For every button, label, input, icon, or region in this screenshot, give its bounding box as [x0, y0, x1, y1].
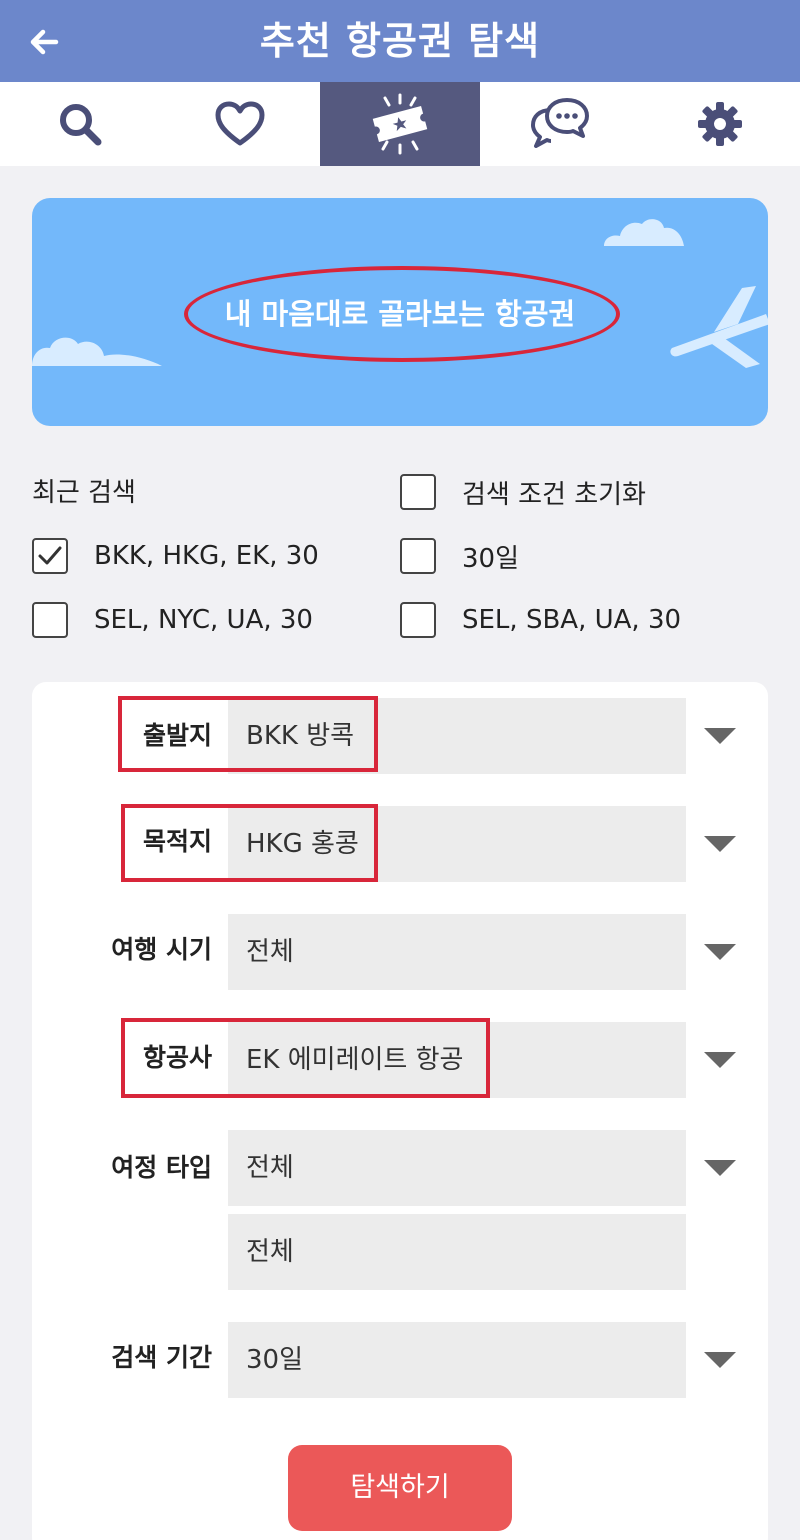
- tab-search[interactable]: [0, 82, 160, 166]
- app-header: 추천 항공권 탐색: [0, 0, 800, 82]
- trip-type-secondary-select[interactable]: 전체: [228, 1214, 686, 1290]
- departure-label: 출발지: [142, 721, 212, 750]
- search-period-select[interactable]: 30일: [228, 1322, 686, 1398]
- ticket-icon: [372, 93, 428, 155]
- reset-label: 검색 조건 초기화: [462, 479, 646, 510]
- search-button[interactable]: 탐색하기: [288, 1445, 512, 1531]
- travel-time-label: 여행 시기: [111, 935, 212, 964]
- tab-recommend[interactable]: [320, 82, 480, 166]
- recent-item[interactable]: SEL, NYC, UA, 30: [32, 600, 313, 640]
- recent-item[interactable]: BKK, HKG, EK, 30: [32, 536, 319, 576]
- recent-item-label: BKK, HKG, EK, 30: [94, 541, 319, 571]
- chat-icon: [531, 98, 589, 148]
- tab-favorites[interactable]: [160, 82, 320, 166]
- recent-item-checkbox[interactable]: [400, 538, 436, 574]
- dropdown-arrow-icon[interactable]: [704, 944, 736, 960]
- dropdown-arrow-icon[interactable]: [704, 1160, 736, 1176]
- heart-icon: [215, 101, 265, 146]
- dropdown-arrow-icon[interactable]: [704, 836, 736, 852]
- recent-item-checkbox[interactable]: [400, 602, 436, 638]
- destination-label: 목적지: [142, 827, 212, 856]
- airline-label: 항공사: [142, 1043, 212, 1072]
- check-icon: [38, 546, 62, 565]
- airline-select[interactable]: EK 에미레이트 항공: [228, 1022, 686, 1098]
- recent-item-label: SEL, SBA, UA, 30: [462, 605, 682, 635]
- travel-time-select[interactable]: 전체: [228, 914, 686, 990]
- trip-type-select[interactable]: 전체: [228, 1130, 686, 1206]
- search-period-label: 검색 기간: [111, 1343, 212, 1372]
- gear-icon: [698, 102, 742, 146]
- reset-checkbox[interactable]: [400, 474, 436, 510]
- tab-bar: [0, 82, 800, 166]
- dropdown-arrow-icon[interactable]: [704, 1052, 736, 1068]
- recent-search-title: 최근 검색: [32, 478, 136, 508]
- recent-item-checkbox[interactable]: [32, 602, 68, 638]
- search-icon: [60, 104, 102, 146]
- recent-item[interactable]: 30일: [400, 536, 519, 576]
- reset-conditions[interactable]: 검색 조건 초기화: [400, 472, 646, 512]
- dropdown-arrow-icon[interactable]: [704, 728, 736, 744]
- highlight-ellipse: [184, 266, 620, 362]
- departure-select[interactable]: BKK 방콕: [228, 698, 686, 774]
- dropdown-arrow-icon[interactable]: [704, 1352, 736, 1368]
- recent-item-label: SEL, NYC, UA, 30: [94, 605, 313, 635]
- recent-item[interactable]: SEL, SBA, UA, 30: [400, 600, 681, 640]
- recent-item-label: 30일: [462, 543, 520, 574]
- search-form: 출발지 BKK 방콕 목적지 HKG 홍콩 여행 시기 전체 항공사 EK 에미…: [32, 682, 768, 1540]
- destination-select[interactable]: HKG 홍콩: [228, 806, 686, 882]
- trip-type-label: 여정 타입: [111, 1153, 212, 1182]
- page-title: 추천 항공권 탐색: [259, 19, 541, 63]
- tab-settings[interactable]: [640, 82, 800, 166]
- promo-banner[interactable]: 내 마음대로 골라보는 항공권: [32, 198, 768, 426]
- tab-chat[interactable]: [480, 82, 640, 166]
- recent-item-checkbox[interactable]: [32, 538, 68, 574]
